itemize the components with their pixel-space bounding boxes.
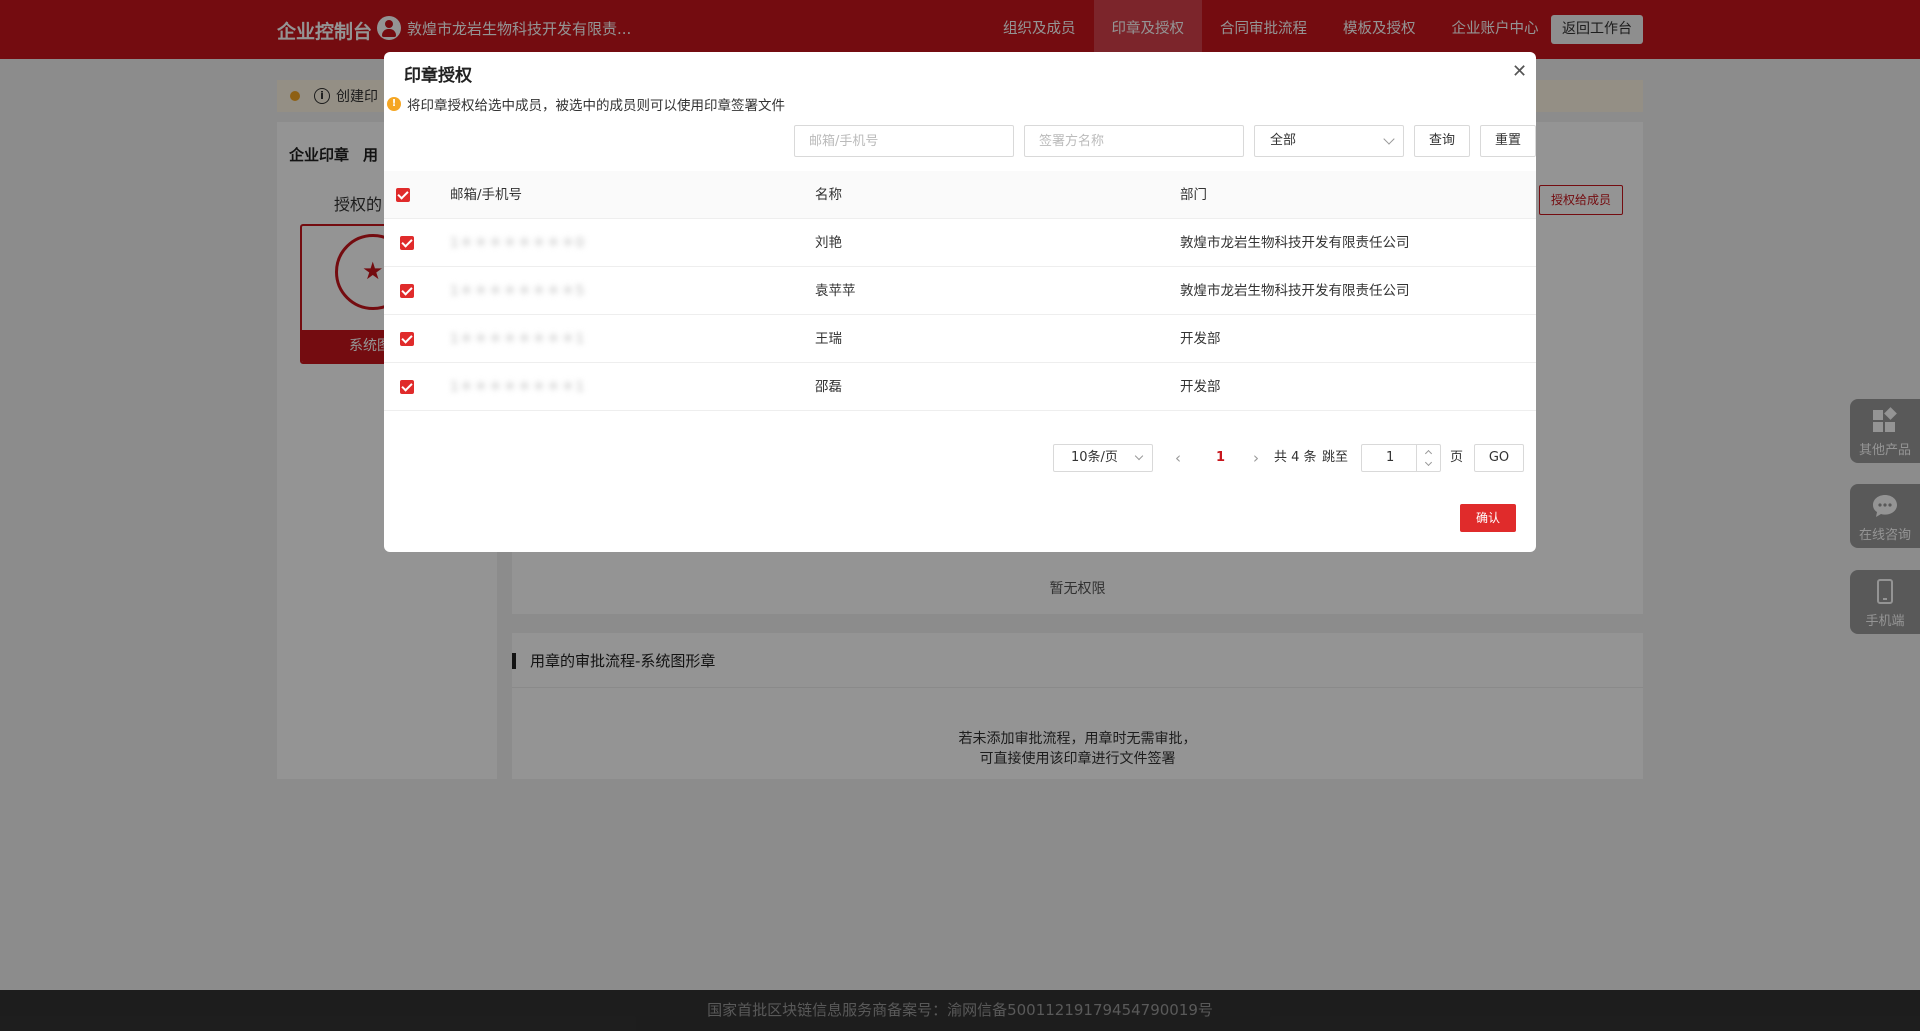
table-row[interactable]: 1＊＊＊＊＊＊＊＊5 袁苹苹 敦煌市龙岩生物科技开发有限责任公司	[384, 267, 1536, 315]
modal-title: 印章授权	[404, 66, 472, 86]
signer-name-input[interactable]	[1024, 125, 1244, 157]
seal-auth-modal: 印章授权 ✕ ! 将印章授权给选中成员，被选中的成员则可以使用印章签署文件 全部…	[384, 52, 1536, 552]
row-dept: 敦煌市龙岩生物科技开发有限责任公司	[1180, 235, 1410, 251]
row-dept: 开发部	[1180, 379, 1221, 395]
row-dept: 敦煌市龙岩生物科技开发有限责任公司	[1180, 283, 1410, 299]
checkbox-checked-icon	[400, 236, 414, 250]
email-phone-input[interactable]	[794, 125, 1014, 157]
page-size-select[interactable]: 10条/页	[1053, 444, 1153, 472]
table-row[interactable]: 1＊＊＊＊＊＊＊＊1 邵磊 开发部	[384, 363, 1536, 411]
scope-select[interactable]: 全部	[1254, 125, 1404, 157]
table-row[interactable]: 1＊＊＊＊＊＊＊＊0 刘艳 敦煌市龙岩生物科技开发有限责任公司	[384, 219, 1536, 267]
checkbox-checked-icon	[400, 380, 414, 394]
page-unit: 页	[1450, 450, 1464, 465]
row-name: 袁苹苹	[815, 283, 856, 299]
table-row[interactable]: 1＊＊＊＊＊＊＊＊1 王瑞 开发部	[384, 315, 1536, 363]
row-email: 1＊＊＊＊＊＊＊＊1	[450, 379, 586, 395]
jump-label: 跳至	[1322, 450, 1349, 465]
reset-button[interactable]: 重置	[1480, 125, 1536, 157]
header-dept: 部门	[1180, 187, 1207, 203]
go-button[interactable]: GO	[1474, 444, 1524, 472]
page-number-current[interactable]: 1	[1216, 444, 1225, 472]
member-table: 邮箱/手机号 名称 部门 1＊＊＊＊＊＊＊＊0 刘艳 敦煌市龙岩生物科技开发有限…	[384, 171, 1536, 411]
jump-page-value: 1	[1386, 450, 1395, 465]
modal-description: ! 将印章授权给选中成员，被选中的成员则可以使用印章签署文件	[387, 94, 785, 114]
checkbox-checked-icon	[400, 332, 414, 346]
chevron-down-icon	[1383, 133, 1395, 145]
warning-icon: !	[387, 97, 401, 111]
row-email: 1＊＊＊＊＊＊＊＊5	[450, 283, 586, 299]
table-header: 邮箱/手机号 名称 部门	[384, 171, 1536, 219]
query-button[interactable]: 查询	[1414, 125, 1470, 157]
scope-select-value: 全部	[1270, 133, 1297, 148]
row-email: 1＊＊＊＊＊＊＊＊0	[450, 235, 586, 251]
checkbox-checked-icon	[396, 188, 410, 202]
stepper-arrows-icon[interactable]	[1416, 445, 1440, 471]
page-size-value: 10条/页	[1071, 450, 1118, 465]
close-icon[interactable]: ✕	[1512, 63, 1527, 81]
row-email: 1＊＊＊＊＊＊＊＊1	[450, 331, 586, 347]
row-name: 邵磊	[815, 379, 842, 395]
checkbox-checked-icon	[400, 284, 414, 298]
prev-page-icon[interactable]: ‹	[1175, 444, 1181, 472]
total-count: 共 4 条	[1274, 450, 1317, 465]
jump-page-input[interactable]: 1	[1361, 444, 1441, 472]
header-name: 名称	[815, 187, 842, 203]
modal-description-text: 将印章授权给选中成员，被选中的成员则可以使用印章签署文件	[407, 98, 785, 114]
header-email: 邮箱/手机号	[450, 187, 523, 203]
chevron-down-icon	[1134, 451, 1144, 461]
confirm-button[interactable]: 确认	[1460, 504, 1516, 532]
row-name: 王瑞	[815, 331, 842, 347]
row-name: 刘艳	[815, 235, 842, 251]
next-page-icon[interactable]: ›	[1253, 444, 1259, 472]
row-dept: 开发部	[1180, 331, 1221, 347]
